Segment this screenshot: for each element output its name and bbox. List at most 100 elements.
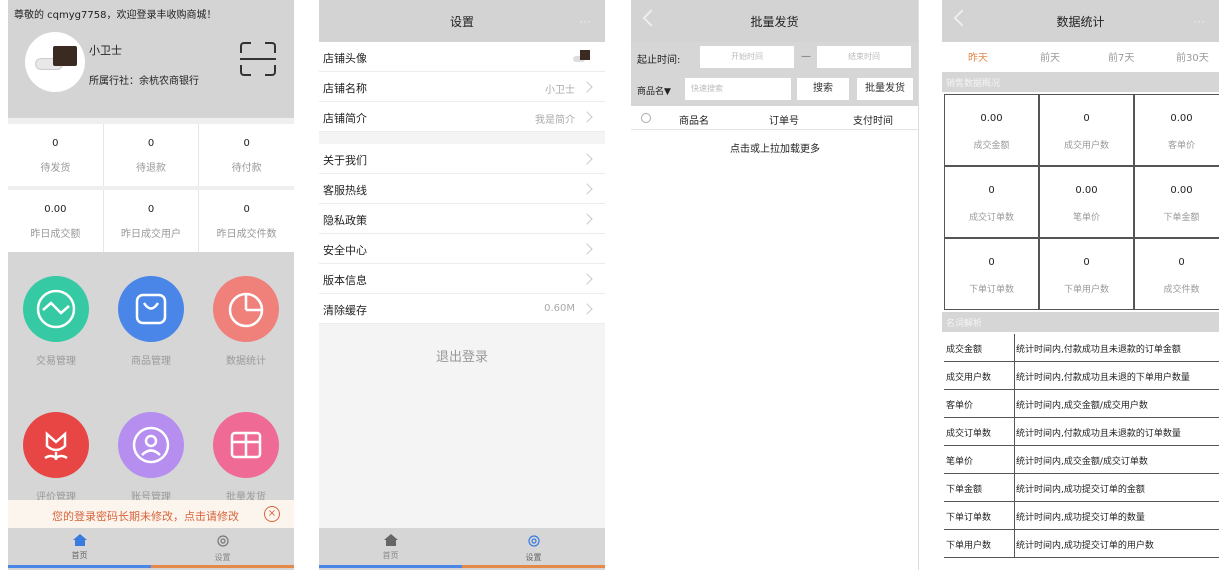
stat-value: 0.00 xyxy=(1170,113,1193,124)
product-box-image xyxy=(53,46,77,66)
row-store-intro[interactable]: 店铺简介 我是简介 xyxy=(319,102,605,132)
glossary-term: 下单金额 xyxy=(946,485,983,495)
stat-label: 待付款 xyxy=(231,163,262,174)
stat-value: 0 xyxy=(147,138,155,149)
stat-label: 待发货 xyxy=(40,163,71,174)
stat-cell: 0.00 下单金额 xyxy=(1134,166,1219,238)
tab-yesterday[interactable]: 昨天 xyxy=(968,49,988,64)
stat-cell: 0 成交订单数 xyxy=(944,166,1039,238)
row-security-center[interactable]: 安全中心 xyxy=(319,234,605,264)
stat-label: 下单订单数 xyxy=(968,285,1014,295)
avatar[interactable] xyxy=(25,32,85,92)
row-version-info[interactable]: 版本信息 xyxy=(319,264,605,294)
glossary-row: 下单金额 统计时间内,成功提交订单的金额 xyxy=(944,474,1219,502)
stat-yesterday-amount[interactable]: 0.00 昨日成交额 xyxy=(8,190,104,252)
glossary-desc: 统计时间内,成功提交订单的金额 xyxy=(1016,485,1145,495)
glossary-row: 成交用户数 统计时间内,付款成功且未退的下单用户数量 xyxy=(944,362,1219,390)
app-data-statistics[interactable]: 数据统计 xyxy=(198,276,294,367)
row-value: 小卫士 xyxy=(545,85,575,96)
stat-pending-pay[interactable]: 0 待付款 xyxy=(199,124,294,186)
flower-icon xyxy=(23,412,89,478)
warning-text[interactable]: 您的登录密码长期未修改，点击请修改 xyxy=(52,508,239,524)
stat-label: 笔单价 xyxy=(1072,213,1100,223)
box-icon xyxy=(213,412,279,478)
stat-label: 昨日成交额 xyxy=(30,229,81,240)
stat-label: 成交订单数 xyxy=(968,213,1014,223)
back-icon[interactable] xyxy=(953,9,971,27)
product-filter-dropdown[interactable]: 商品名▼ xyxy=(637,84,671,97)
search-button[interactable]: 搜索 xyxy=(797,78,849,100)
tab-home[interactable]: 首页 xyxy=(8,528,151,570)
app-batch-shipping[interactable]: 批量发货 xyxy=(198,412,294,503)
tab-label: 首页 xyxy=(71,551,88,560)
bottom-tab-bar: 首页 设置 xyxy=(319,528,605,570)
row-label: 关于我们 xyxy=(323,154,367,167)
chevron-right-icon xyxy=(581,111,593,123)
logout-button[interactable]: 退出登录 xyxy=(319,346,605,365)
tab-home[interactable]: 首页 xyxy=(319,528,462,570)
home-icon xyxy=(72,534,87,546)
row-clear-cache[interactable]: 清除缓存 0.60M xyxy=(319,294,605,324)
store-name: 小卫士 xyxy=(89,44,122,57)
scan-icon[interactable] xyxy=(240,42,276,76)
password-warning-bar[interactable]: 您的登录密码长期未修改，点击请修改 × xyxy=(8,500,294,528)
section-header-sales: 销售数据概况 xyxy=(942,72,1219,92)
glossary-desc: 统计时间内,成功提交订单的用户数 xyxy=(1016,541,1154,551)
nav-header: 数据统计 ··· xyxy=(942,0,1219,42)
more-icon[interactable]: ··· xyxy=(1194,0,1205,44)
row-label: 安全中心 xyxy=(323,244,367,257)
stat-value: 0 xyxy=(1083,113,1090,124)
stat-yesterday-users[interactable]: 0 昨日成交用户 xyxy=(104,190,200,252)
more-icon[interactable]: ··· xyxy=(580,0,591,44)
stat-label: 客单价 xyxy=(1167,141,1195,151)
back-icon[interactable] xyxy=(642,9,660,27)
stat-label: 昨日成交件数 xyxy=(216,229,277,240)
glossary-term: 成交用户数 xyxy=(946,373,992,383)
glossary-term: 下单用户数 xyxy=(946,541,992,551)
tab-settings[interactable]: 设置 xyxy=(151,528,294,570)
tab-30-days[interactable]: 前30天 xyxy=(1176,49,1209,64)
load-more-link[interactable]: 点击或上拉加载更多 xyxy=(631,140,918,155)
row-about-us[interactable]: 关于我们 xyxy=(319,144,605,174)
stat-value: 0.00 xyxy=(1170,185,1193,196)
row-privacy-policy[interactable]: 隐私政策 xyxy=(319,204,605,234)
search-input[interactable]: 快速搜索 xyxy=(685,78,791,100)
row-store-name[interactable]: 店铺名称 小卫士 xyxy=(319,72,605,102)
batch-ship-button[interactable]: 批量发货 xyxy=(857,78,913,100)
app-label: 数据统计 xyxy=(226,356,266,367)
row-value: 我是简介 xyxy=(535,115,575,126)
chevron-right-icon xyxy=(581,153,593,165)
end-time-input[interactable]: 结束时间 xyxy=(817,46,911,68)
stat-cell: 0.00 成交金额 xyxy=(944,94,1039,166)
tab-day-before[interactable]: 前天 xyxy=(1040,49,1060,64)
app-product-management[interactable]: 商品管理 xyxy=(103,276,199,367)
column-pay-time: 支付时间 xyxy=(853,116,893,127)
bank-name: 所属行社：余杭农商银行 xyxy=(89,76,199,87)
stat-pending-ship[interactable]: 0 待发货 xyxy=(8,124,104,186)
nav-header: 批量发货 xyxy=(631,0,918,42)
glossary-desc: 统计时间内,付款成功且未退款的订单数量 xyxy=(1016,429,1181,439)
stat-pending-refund[interactable]: 0 待退款 xyxy=(104,124,200,186)
section-title: 名词解析 xyxy=(946,319,983,329)
app-account-management[interactable]: 账号管理 xyxy=(103,412,199,503)
glossary-term: 下单订单数 xyxy=(946,513,992,523)
stat-yesterday-items[interactable]: 0 昨日成交件数 xyxy=(199,190,294,252)
glossary-desc: 统计时间内,付款成功且未退款的订单金额 xyxy=(1016,345,1181,355)
app-trade-management[interactable]: 交易管理 xyxy=(8,276,104,367)
row-service-hotline[interactable]: 客服热线 xyxy=(319,174,605,204)
close-icon[interactable]: × xyxy=(264,506,280,522)
start-time-input[interactable]: 开始时间 xyxy=(700,46,794,68)
stat-cell: 0.00 客单价 xyxy=(1134,94,1219,166)
select-all-radio[interactable] xyxy=(641,113,651,123)
stat-cell: 0 下单订单数 xyxy=(944,238,1039,310)
stat-value: 0 xyxy=(52,138,59,149)
tab-settings[interactable]: 设置 xyxy=(462,528,605,570)
stat-cell: 0 下单用户数 xyxy=(1039,238,1134,310)
row-value: 0.60M xyxy=(544,303,575,314)
app-review-management[interactable]: 评价管理 xyxy=(8,412,104,503)
row-store-avatar[interactable]: 店铺头像 xyxy=(319,42,605,72)
stat-label: 成交件数 xyxy=(1163,285,1200,295)
tab-7-days[interactable]: 前7天 xyxy=(1108,49,1134,64)
profile-header: 尊敬的 cqmyg7758，欢迎登录丰收购商城！ 小卫士 所属行社：余杭农商银行 xyxy=(8,0,294,118)
chevron-right-icon xyxy=(581,81,593,93)
